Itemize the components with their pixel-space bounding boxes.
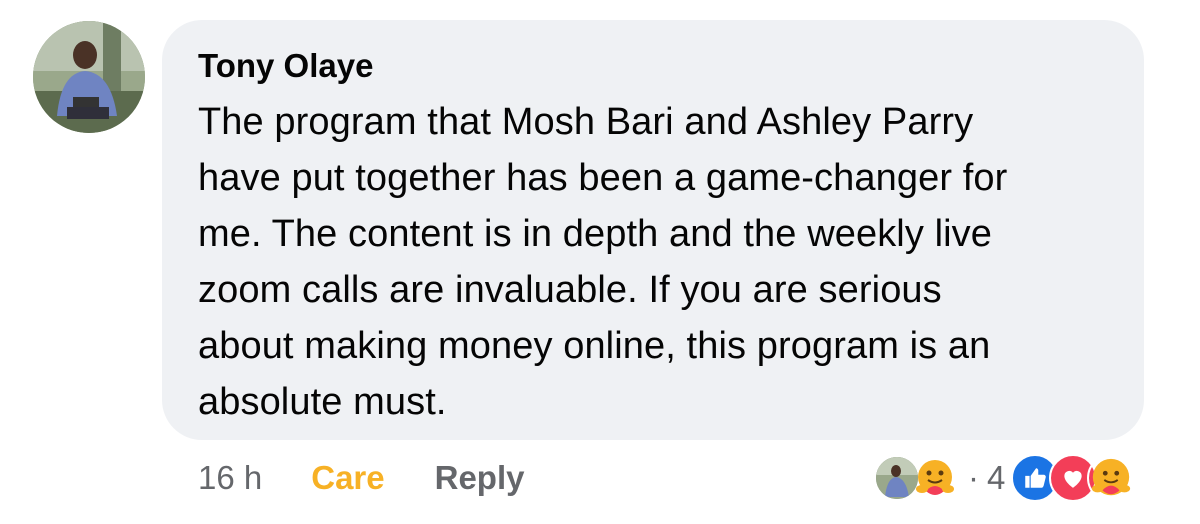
care-emoji-icon xyxy=(912,455,958,501)
comment-text-line: have put together has been a game-change… xyxy=(198,157,1008,199)
reaction-icons[interactable] xyxy=(1011,454,1136,502)
timestamp[interactable]: 16 h xyxy=(198,459,262,497)
reactions-summary[interactable]: · 4 xyxy=(874,454,1136,502)
author-name[interactable]: Tony Olaye xyxy=(198,44,1110,88)
reply-button[interactable]: Reply xyxy=(435,459,525,497)
comment-text-line: zoom calls are invaluable. If you are se… xyxy=(198,269,942,311)
comment-text-line: The program that Mosh Bari and Ashley Pa… xyxy=(198,101,974,143)
care-reaction-button[interactable]: Care xyxy=(311,459,384,497)
reaction-count[interactable]: 4 xyxy=(987,459,1005,497)
comment-text-line: absolute must. xyxy=(198,381,447,423)
care-icon xyxy=(1087,454,1136,502)
comment-text: The program that Mosh Bari and Ashley Pa… xyxy=(198,94,1110,430)
comment-text-line: about making money online, this program … xyxy=(198,325,991,367)
separator-dot: · xyxy=(968,459,979,496)
comment-text-line: me. The content is in depth and the week… xyxy=(198,213,993,255)
comment-actions: 16 h Care Reply xyxy=(198,455,525,501)
comment-bubble: Tony Olaye The program that Mosh Bari an… xyxy=(162,20,1144,440)
comment-container: Tony Olaye The program that Mosh Bari an… xyxy=(0,0,1200,524)
avatar[interactable] xyxy=(33,21,145,133)
